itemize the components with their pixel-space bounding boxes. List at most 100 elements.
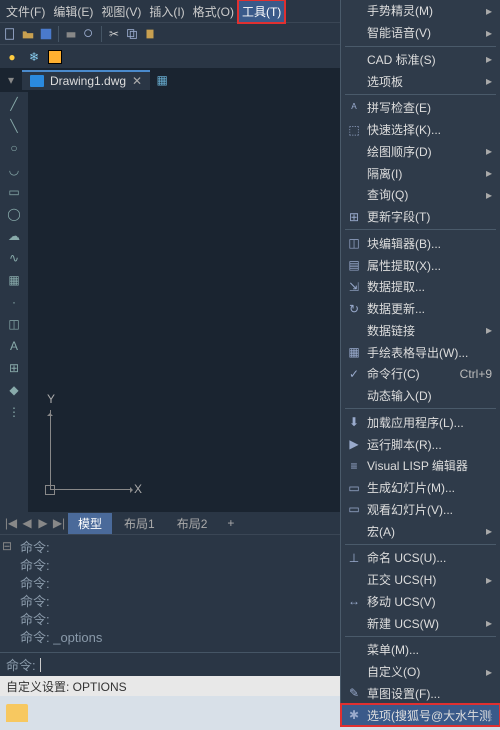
menu-item[interactable]: 手势精灵(M)▸ [341, 0, 500, 22]
tools-menu: 手势精灵(M)▸智能语音(V)▸ CAD 标准(S)▸选项板▸ ᴬ拼写检查(E)⬚快… [340, 0, 500, 726]
menubar-item[interactable]: 工具(T) [238, 0, 285, 23]
menu-item[interactable]: 宏(A)▸ [341, 520, 500, 542]
text-tool-icon[interactable]: A [6, 338, 22, 354]
menubar-item[interactable]: 视图(V) [97, 0, 145, 23]
menu-item[interactable]: ▦手绘表格导出(W)... [341, 341, 500, 363]
blank-icon [345, 187, 363, 203]
blank-icon [345, 572, 363, 588]
menubar-item[interactable]: 编辑(E) [49, 0, 97, 23]
line-tool-icon[interactable]: ╱ [6, 96, 22, 112]
menu-item-label: 查询(Q) [367, 186, 482, 203]
menu-item-label: 命名 UCS(U)... [367, 549, 492, 566]
cloud-tool-icon[interactable]: ☁ [6, 228, 22, 244]
circle-tool-icon[interactable]: ○ [6, 140, 22, 156]
menu-item[interactable]: CAD 标准(S)▸ [341, 48, 500, 70]
region-tool-icon[interactable]: ◆ [6, 382, 22, 398]
menubar-item[interactable]: 格式(O) [189, 0, 238, 23]
menu-separator [345, 94, 496, 95]
menubar-item[interactable]: 文件(F) [2, 0, 49, 23]
open-icon[interactable] [20, 26, 36, 42]
menu-item-label: Visual LISP 编辑器 [367, 457, 492, 474]
ucs-y-label: Y [47, 392, 55, 406]
submenu-arrow-icon: ▸ [486, 616, 492, 630]
data-icon: ⇲ [345, 279, 363, 295]
menu-item[interactable]: 查询(Q)▸ [341, 184, 500, 206]
document-tab[interactable]: Drawing1.dwg ✕ [22, 70, 150, 90]
submenu-arrow-icon: ▸ [486, 524, 492, 538]
menu-item[interactable]: ≡Visual LISP 编辑器 [341, 455, 500, 477]
menu-item[interactable]: ▤属性提取(X)... [341, 254, 500, 276]
blank-icon [345, 25, 363, 41]
copy-icon[interactable] [124, 26, 140, 42]
add-layout-button[interactable]: + [219, 514, 242, 532]
table-tool-icon[interactable]: ⊞ [6, 360, 22, 376]
menu-item[interactable]: ▭生成幻灯片(M)... [341, 477, 500, 499]
close-tab-icon[interactable]: ✕ [132, 74, 142, 88]
save-icon[interactable] [38, 26, 54, 42]
menu-item[interactable]: ↻数据更新... [341, 298, 500, 320]
menu-item[interactable]: 选项板▸ [341, 70, 500, 92]
point-tool-icon[interactable]: · [6, 294, 22, 310]
cut-icon[interactable]: ✂ [106, 26, 122, 42]
command-prompt: 命令: [6, 655, 36, 674]
command-cursor [40, 658, 41, 672]
menu-item[interactable]: 数据链接▸ [341, 319, 500, 341]
layer-color-swatch[interactable] [48, 50, 62, 64]
sketch-icon: ✎ [345, 685, 363, 701]
layout-nav-button[interactable]: |◀ [4, 516, 18, 530]
layer-bulb-icon[interactable]: ● [4, 49, 20, 65]
app-icon: ⬇ [345, 414, 363, 430]
view-icon: ▭ [345, 501, 363, 517]
more-tools-icon[interactable]: ⋮ [6, 404, 22, 420]
tab-dropdown-icon[interactable]: ▾ [4, 73, 18, 87]
new-tab-icon[interactable]: ▦ [154, 72, 170, 88]
menu-item[interactable]: ᴬ拼写检查(E) [341, 97, 500, 119]
preview-icon[interactable] [81, 26, 97, 42]
layout-tab[interactable]: 布局1 [114, 513, 165, 534]
menu-item[interactable]: 自定义(O)▸ [341, 661, 500, 683]
blank-icon [345, 615, 363, 631]
ellipse-tool-icon[interactable]: ◯ [6, 206, 22, 222]
new-icon[interactable] [2, 26, 18, 42]
file-explorer-icon[interactable] [6, 704, 28, 722]
menu-item[interactable]: 智能语音(V)▸ [341, 22, 500, 44]
layout-tab[interactable]: 布局2 [167, 513, 218, 534]
menu-item[interactable]: 新建 UCS(W)▸ [341, 612, 500, 634]
menu-item[interactable]: ⬇加载应用程序(L)... [341, 411, 500, 433]
menu-item[interactable]: ↔移动 UCS(V) [341, 590, 500, 612]
menu-item[interactable]: ✱选项(搜狐号@大水牛测绘 [341, 704, 500, 726]
menubar-item[interactable]: 插入(I) [145, 0, 188, 23]
menu-item-label: 快速选择(K)... [367, 121, 492, 138]
spline-tool-icon[interactable]: ∿ [6, 250, 22, 266]
menu-item[interactable]: 绘图顺序(D)▸ [341, 140, 500, 162]
arc-tool-icon[interactable]: ◡ [6, 162, 22, 178]
block-tool-icon[interactable]: ◫ [6, 316, 22, 332]
menu-item[interactable]: 动态输入(D) [341, 385, 500, 407]
menu-item[interactable]: ✓命令行(C)Ctrl+9 [341, 363, 500, 385]
menu-item[interactable]: ⇲数据提取... [341, 276, 500, 298]
hatch-tool-icon[interactable]: ▦ [6, 272, 22, 288]
menu-item[interactable]: ▶运行脚本(R)... [341, 433, 500, 455]
menu-item[interactable]: 菜单(M)... [341, 639, 500, 661]
menu-item[interactable]: ✎草图设置(F)... [341, 682, 500, 704]
layout-tab[interactable]: 模型 [68, 513, 112, 534]
move-icon: ↔ [345, 593, 363, 609]
layout-nav-button[interactable]: ▶| [52, 516, 66, 530]
menu-item[interactable]: ▭观看幻灯片(V)... [341, 498, 500, 520]
rectangle-tool-icon[interactable]: ▭ [6, 184, 22, 200]
menu-item[interactable]: 正交 UCS(H)▸ [341, 569, 500, 591]
menu-item-label: 属性提取(X)... [367, 257, 492, 274]
menu-item[interactable]: ⊥命名 UCS(U)... [341, 547, 500, 569]
menu-item[interactable]: 隔离(I)▸ [341, 162, 500, 184]
paste-icon[interactable] [142, 26, 158, 42]
command-toggle-icon[interactable]: ⊟ [0, 535, 14, 652]
layout-nav-button[interactable]: ▶ [36, 516, 50, 530]
layer-freeze-icon[interactable]: ❄ [26, 49, 42, 65]
polyline-tool-icon[interactable]: ╲ [6, 118, 22, 134]
menu-item[interactable]: ⬚快速选择(K)... [341, 119, 500, 141]
menu-item[interactable]: ⊞更新字段(T) [341, 206, 500, 228]
menu-item-label: 隔离(I) [367, 165, 482, 182]
menu-item[interactable]: ◫块编辑器(B)... [341, 232, 500, 254]
print-icon[interactable] [63, 26, 79, 42]
layout-nav-button[interactable]: ◀ [20, 516, 34, 530]
